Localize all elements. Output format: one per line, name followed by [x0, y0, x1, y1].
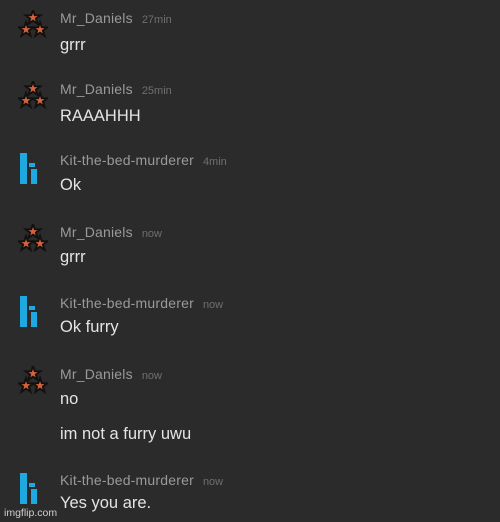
message-text: Ok furry: [60, 318, 119, 336]
stars-avatar-icon: [18, 224, 48, 253]
username[interactable]: Kit-the-bed-murderer: [60, 152, 194, 168]
username[interactable]: Mr_Daniels: [60, 81, 133, 97]
kit-logo-icon: [20, 473, 37, 504]
message-header: Kit-the-bed-murderer now: [60, 295, 223, 313]
kit-logo-icon: [20, 296, 37, 327]
kit-logo-icon: [20, 153, 37, 184]
username[interactable]: Mr_Daniels: [60, 366, 133, 382]
chat-log: Mr_Daniels 27min grrr Mr_Daniels 25min RAA…: [0, 0, 500, 522]
message-header: Mr_Daniels 25min: [60, 81, 172, 99]
message-text: RAAAHHH: [60, 107, 141, 125]
message-text: im not a furry uwu: [60, 425, 192, 443]
message-text: no: [60, 390, 79, 408]
message-text: Yes you are.: [60, 494, 152, 512]
message-text: grrr: [60, 248, 86, 266]
message-header: Mr_Daniels now: [60, 224, 162, 242]
message-text: Ok: [60, 176, 82, 194]
timestamp: now: [141, 370, 162, 382]
message-header: Mr_Daniels now: [60, 366, 162, 384]
message-header: Mr_Daniels 27min: [60, 10, 172, 28]
stars-avatar-icon: [18, 366, 48, 395]
username[interactable]: Kit-the-bed-murderer: [60, 472, 194, 488]
timestamp: 27min: [141, 14, 172, 26]
message-header: Kit-the-bed-murderer 4min: [60, 152, 227, 170]
message-header: Kit-the-bed-murderer now: [60, 472, 223, 490]
username[interactable]: Kit-the-bed-murderer: [60, 295, 194, 311]
timestamp: now: [141, 228, 162, 240]
timestamp: 25min: [141, 85, 172, 97]
message-text: grrr: [60, 36, 86, 54]
timestamp: 4min: [202, 156, 227, 168]
stars-avatar-icon: [18, 10, 48, 39]
username[interactable]: Mr_Daniels: [60, 224, 133, 240]
timestamp: now: [202, 476, 224, 488]
timestamp: now: [202, 299, 224, 311]
stars-avatar-icon: [18, 81, 48, 110]
username[interactable]: Mr_Daniels: [60, 10, 133, 26]
watermark: imgflip.com: [4, 507, 58, 519]
